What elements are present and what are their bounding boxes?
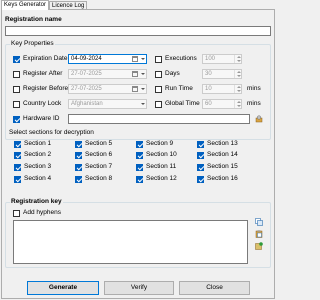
generate-button[interactable]: Generate bbox=[27, 281, 99, 295]
register-after-checkbox[interactable] bbox=[13, 71, 20, 78]
executions-checkbox[interactable] bbox=[155, 56, 162, 63]
section-label: Section 9 bbox=[146, 140, 174, 147]
section-checkbox[interactable] bbox=[136, 141, 143, 148]
global-time-checkbox[interactable] bbox=[155, 101, 162, 108]
section-checkbox[interactable] bbox=[197, 141, 204, 148]
section-checkbox[interactable] bbox=[14, 152, 21, 159]
section-label: Section 13 bbox=[207, 140, 238, 147]
registration-name-label: Registration name bbox=[5, 16, 62, 23]
expiration-date-label: Expiration Date bbox=[23, 55, 68, 62]
hardware-id-checkbox[interactable] bbox=[13, 116, 20, 123]
section-checkbox[interactable] bbox=[75, 176, 82, 183]
stepper-arrows-icon[interactable] bbox=[234, 55, 241, 63]
run-time-unit: mins bbox=[247, 85, 261, 92]
section-label: Section 1 bbox=[24, 140, 52, 147]
country-lock-label: Country Lock bbox=[23, 100, 62, 107]
register-before-field[interactable]: 27-07-2025 bbox=[68, 84, 147, 94]
section-checkbox[interactable] bbox=[75, 164, 82, 171]
sections-title: Select sections for decryption bbox=[9, 129, 94, 136]
section-checkbox[interactable] bbox=[14, 141, 21, 148]
chevron-down-icon[interactable] bbox=[141, 73, 145, 75]
register-after-field[interactable]: 27-07-2025 bbox=[68, 69, 147, 79]
expiration-date-field[interactable]: 04-09-2024 bbox=[68, 54, 147, 64]
calendar-icon[interactable] bbox=[132, 71, 138, 77]
tab-keys-generator[interactable]: Keys Generator bbox=[1, 0, 50, 10]
section-label: Section 12 bbox=[146, 175, 177, 182]
executions-label: Executions bbox=[165, 55, 197, 62]
section-checkbox[interactable] bbox=[14, 164, 21, 171]
hardware-id-icon[interactable] bbox=[255, 115, 263, 123]
section-label: Section 8 bbox=[85, 175, 113, 182]
calendar-icon[interactable] bbox=[132, 86, 138, 92]
save-key-icon[interactable] bbox=[255, 242, 263, 250]
section-label: Section 11 bbox=[146, 163, 177, 170]
section-label: Section 16 bbox=[207, 175, 238, 182]
stepper-arrows-icon[interactable] bbox=[234, 85, 241, 93]
add-hyphens-label: Add hyphens bbox=[23, 209, 61, 216]
add-hyphens-checkbox[interactable] bbox=[13, 210, 20, 217]
global-time-stepper[interactable]: 60 bbox=[202, 99, 242, 109]
section-label: Section 14 bbox=[207, 151, 238, 158]
registration-name-input[interactable] bbox=[5, 26, 271, 36]
register-after-label: Register After bbox=[23, 70, 63, 77]
section-checkbox[interactable] bbox=[136, 164, 143, 171]
close-button[interactable]: Close bbox=[179, 281, 250, 295]
section-checkbox[interactable] bbox=[197, 164, 204, 171]
register-before-label: Register Before bbox=[23, 85, 69, 92]
section-checkbox[interactable] bbox=[136, 176, 143, 183]
chevron-down-icon[interactable] bbox=[141, 103, 145, 105]
global-time-unit: mins bbox=[247, 100, 261, 107]
run-time-stepper[interactable]: 10 bbox=[202, 84, 242, 94]
days-checkbox[interactable] bbox=[155, 71, 162, 78]
section-label: Section 2 bbox=[24, 151, 52, 158]
calendar-icon[interactable] bbox=[132, 56, 138, 62]
paste-icon[interactable] bbox=[255, 230, 263, 238]
hardware-id-input[interactable] bbox=[68, 114, 250, 124]
section-label: Section 6 bbox=[85, 151, 113, 158]
verify-button[interactable]: Verify bbox=[104, 281, 174, 295]
run-time-label: Run Time bbox=[165, 85, 193, 92]
section-checkbox[interactable] bbox=[14, 176, 21, 183]
global-time-label: Global Time bbox=[165, 100, 200, 107]
chevron-down-icon[interactable] bbox=[141, 88, 145, 90]
hardware-id-label: Hardware ID bbox=[23, 115, 60, 122]
country-lock-checkbox[interactable] bbox=[13, 101, 20, 108]
country-lock-select[interactable]: Afghanistan bbox=[68, 99, 147, 109]
registration-key-textarea[interactable] bbox=[13, 220, 248, 264]
section-label: Section 4 bbox=[24, 175, 52, 182]
section-checkbox[interactable] bbox=[197, 176, 204, 183]
section-checkbox[interactable] bbox=[136, 152, 143, 159]
expiration-date-checkbox[interactable] bbox=[13, 56, 20, 63]
register-before-checkbox[interactable] bbox=[13, 86, 20, 93]
section-checkbox[interactable] bbox=[75, 141, 82, 148]
executions-stepper[interactable]: 100 bbox=[202, 54, 242, 64]
registration-key-title: Registration key bbox=[10, 198, 63, 206]
copy-icon[interactable] bbox=[255, 218, 263, 226]
chevron-down-icon[interactable] bbox=[141, 58, 145, 60]
key-properties-title: Key Properties bbox=[10, 40, 55, 48]
stepper-arrows-icon[interactable] bbox=[234, 100, 241, 108]
days-stepper[interactable]: 30 bbox=[202, 69, 242, 79]
section-label: Section 3 bbox=[24, 163, 52, 170]
section-label: Section 5 bbox=[85, 140, 113, 147]
run-time-checkbox[interactable] bbox=[155, 86, 162, 93]
section-checkbox[interactable] bbox=[197, 152, 204, 159]
stepper-arrows-icon[interactable] bbox=[234, 70, 241, 78]
days-label: Days bbox=[165, 70, 180, 77]
section-label: Section 7 bbox=[85, 163, 113, 170]
section-label: Section 15 bbox=[207, 163, 238, 170]
section-label: Section 10 bbox=[146, 151, 177, 158]
section-checkbox[interactable] bbox=[75, 152, 82, 159]
